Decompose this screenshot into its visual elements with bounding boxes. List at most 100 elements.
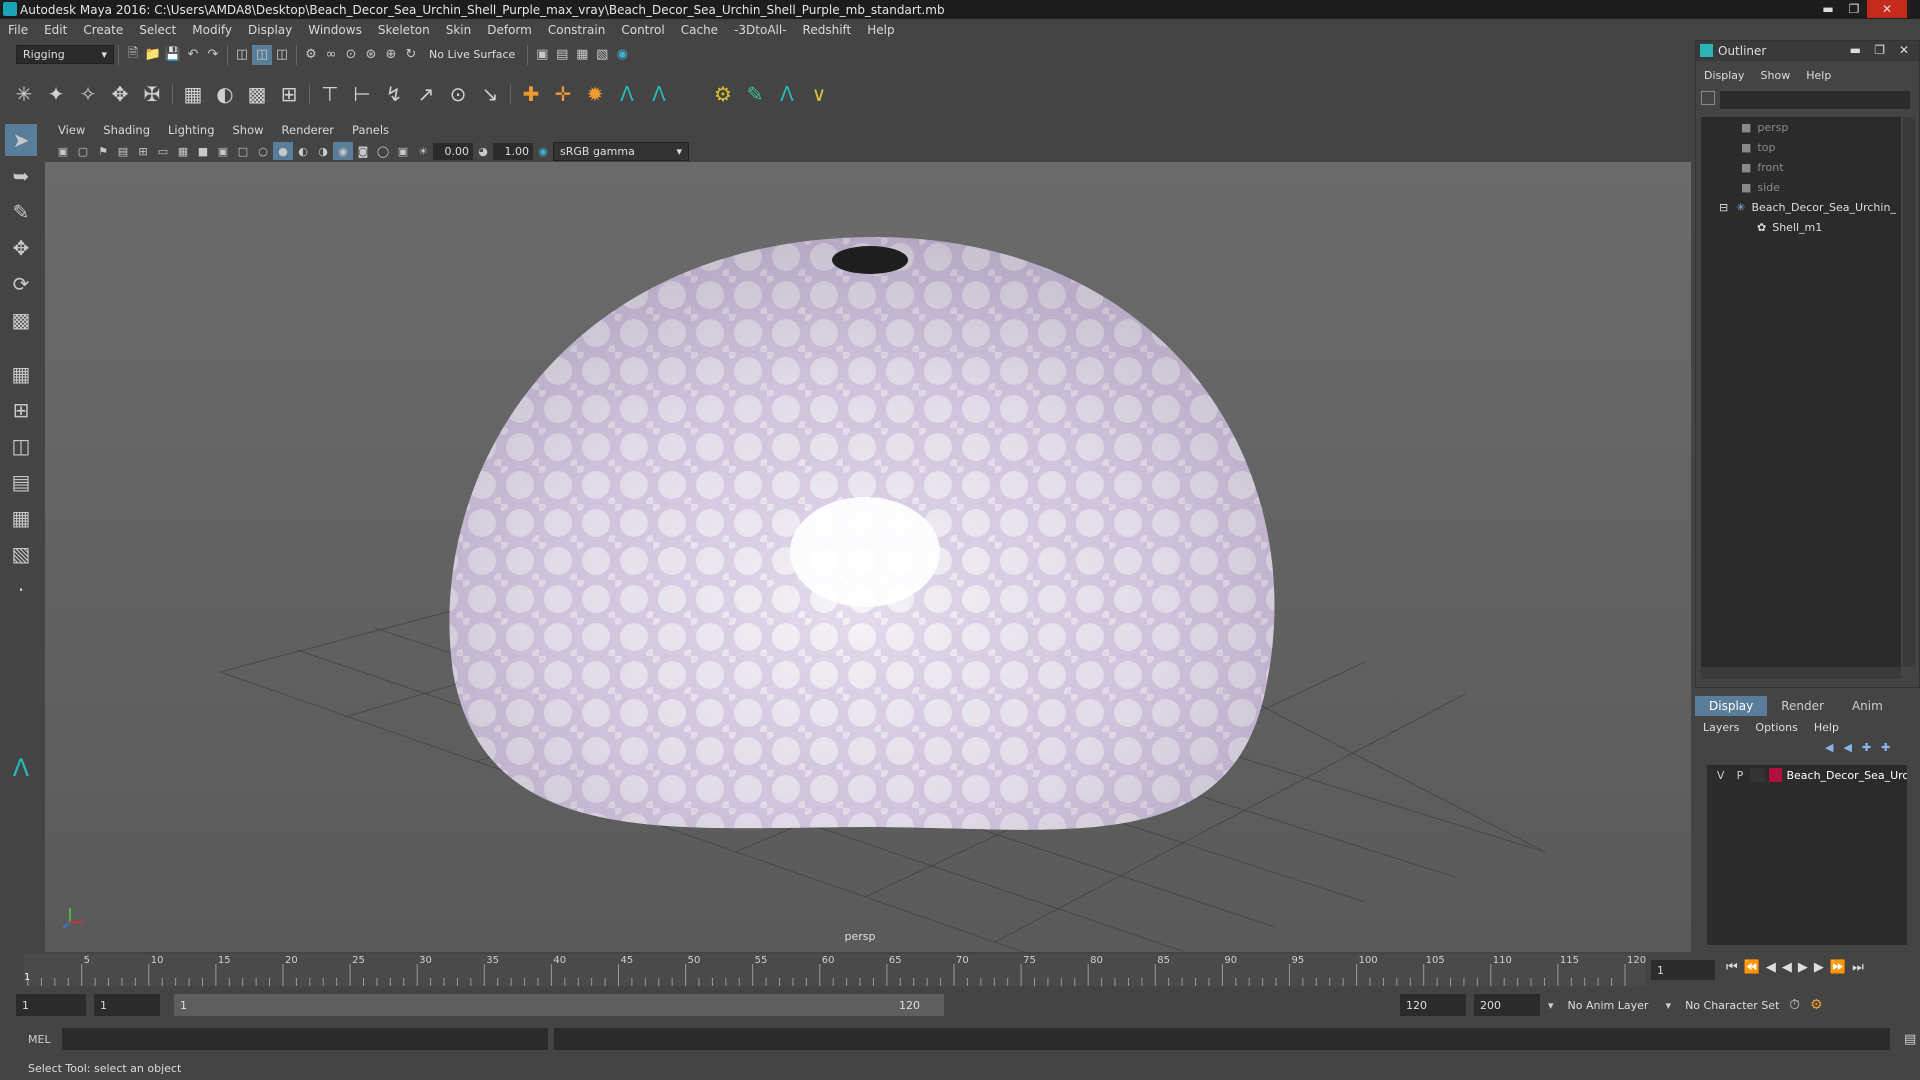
outliner-hscrollbar[interactable] bbox=[1701, 667, 1901, 679]
tab-render[interactable]: Render bbox=[1767, 696, 1838, 716]
menu-cache[interactable]: Cache bbox=[673, 23, 726, 37]
lattice-icon[interactable]: ▩ bbox=[241, 78, 273, 110]
shadows-icon[interactable]: ◙ bbox=[353, 142, 373, 160]
outliner-item-top[interactable]: ■ top bbox=[1701, 137, 1901, 157]
layer-menu-options[interactable]: Options bbox=[1747, 721, 1805, 734]
vp-menu-view[interactable]: View bbox=[49, 123, 94, 137]
smooth-shade-icon[interactable]: ● bbox=[273, 142, 293, 160]
ik-handle-icon[interactable]: ✦ bbox=[40, 78, 72, 110]
exposure-icon[interactable]: ☀ bbox=[413, 142, 433, 160]
outliner-pane-icon[interactable]: ▤ bbox=[5, 466, 37, 498]
start-time-field[interactable]: 1 bbox=[16, 994, 86, 1016]
paint-weights-icon[interactable]: ◐ bbox=[209, 78, 241, 110]
menu-modify[interactable]: Modify bbox=[184, 23, 240, 37]
hypershade-icon[interactable]: ◉ bbox=[612, 45, 632, 65]
bookmark-icon[interactable]: ⚑ bbox=[93, 142, 113, 160]
wireframe-icon[interactable]: ○ bbox=[253, 142, 273, 160]
textured-icon[interactable]: ◑ bbox=[313, 142, 333, 160]
new-layer-selected-icon[interactable]: ✚ bbox=[1881, 741, 1890, 754]
wire-deformer-icon[interactable]: ✎ bbox=[739, 78, 771, 110]
layer-color-swatch[interactable] bbox=[1768, 768, 1783, 782]
outliner-search-input[interactable] bbox=[1720, 91, 1910, 109]
default-lighting-icon[interactable]: ◐ bbox=[293, 142, 313, 160]
time-slider[interactable]: 5 10 15 20 25 30 35 40 45 50 55 60 65 70 75 80 85 90 95 100… bbox=[0, 952, 1920, 990]
layer-row[interactable]: V P Beach_Decor_Sea_Urcl bbox=[1707, 765, 1907, 785]
scene-canvas[interactable]: persp bbox=[45, 162, 1691, 952]
grid-icon[interactable]: ⊞ bbox=[133, 142, 153, 160]
gate-mask-icon[interactable]: ■ bbox=[193, 142, 213, 160]
layer-menu-help[interactable]: Help bbox=[1806, 721, 1847, 734]
play-forward-icon[interactable]: ▶ bbox=[1798, 960, 1808, 975]
snap-surface-icon[interactable]: ⊕ bbox=[381, 45, 401, 65]
viewport-persp[interactable]: persp bbox=[45, 162, 1691, 952]
menu-windows[interactable]: Windows bbox=[300, 23, 370, 37]
animation-prefs-icon[interactable]: ⚙ bbox=[1810, 997, 1823, 1013]
blank-icon[interactable] bbox=[675, 78, 707, 110]
lasso-tool-icon[interactable]: ➥ bbox=[5, 160, 37, 192]
image-plane-icon[interactable]: ▤ bbox=[113, 142, 133, 160]
outliner-item-persp[interactable]: ■ persp bbox=[1701, 117, 1901, 137]
menu-skin[interactable]: Skin bbox=[438, 23, 480, 37]
camera-attr-icon[interactable]: ▢ bbox=[73, 142, 93, 160]
mode-dropdown[interactable]: Rigging ▾ bbox=[16, 45, 114, 64]
parent-constraint-icon[interactable]: ⊙ bbox=[442, 78, 474, 110]
move-tool-icon[interactable]: ✥ bbox=[5, 232, 37, 264]
collapse-icon[interactable]: ⊟ bbox=[1719, 201, 1728, 214]
vp-menu-renderer[interactable]: Renderer bbox=[273, 123, 344, 137]
filter-icon[interactable] bbox=[1701, 91, 1715, 105]
vp-menu-panels[interactable]: Panels bbox=[343, 123, 398, 137]
ipr-render-icon[interactable]: ▦ bbox=[572, 45, 592, 65]
color-space-dropdown[interactable]: sRGB gamma ▾ bbox=[553, 141, 689, 161]
ik-spline-icon[interactable]: ✧ bbox=[72, 78, 104, 110]
current-frame-field[interactable]: 1 bbox=[1651, 960, 1715, 980]
minimize-icon[interactable]: ▬ bbox=[1850, 43, 1861, 57]
snap-live-icon[interactable]: ↻ bbox=[401, 45, 421, 65]
open-scene-icon[interactable]: 📁 bbox=[143, 45, 163, 65]
step-back-icon[interactable]: ⏪ bbox=[1744, 960, 1760, 975]
locator-icon[interactable]: ✚ bbox=[515, 78, 547, 110]
two-pane-icon[interactable]: ◫ bbox=[5, 430, 37, 462]
step-forward-icon[interactable]: ⏩ bbox=[1830, 960, 1846, 975]
playback-end-field[interactable]: 120 bbox=[1400, 994, 1466, 1016]
menu-help[interactable]: Help bbox=[859, 23, 902, 37]
graph-pane-icon[interactable]: ▦ bbox=[5, 502, 37, 534]
select-hierarchy-icon[interactable]: ◫ bbox=[232, 45, 252, 65]
outliner-item-group[interactable]: ⊟ ✳ Beach_Decor_Sea_Urchin_ bbox=[1701, 197, 1901, 217]
gamma-icon[interactable]: ◕ bbox=[473, 142, 493, 160]
outliner-item-mesh[interactable]: ✿ Shell_m1 bbox=[1701, 217, 1901, 237]
chevron-down-icon[interactable]: ▾ bbox=[1666, 999, 1672, 1012]
orient-constraint-icon[interactable]: ↯ bbox=[378, 78, 410, 110]
camera-icon[interactable]: ▣ bbox=[53, 142, 73, 160]
insert-joint-icon[interactable]: ✥ bbox=[104, 78, 136, 110]
play-backward-icon[interactable]: ◀ bbox=[1782, 960, 1792, 975]
menu-constrain[interactable]: Constrain bbox=[540, 23, 614, 37]
restore-icon[interactable]: ❐ bbox=[1874, 43, 1885, 57]
outliner-item-side[interactable]: ■ side bbox=[1701, 177, 1901, 197]
time-ruler[interactable]: 5 10 15 20 25 30 35 40 45 50 55 60 65 70 75 80 85 90 95 100… bbox=[24, 954, 1646, 986]
save-scene-icon[interactable]: 💾 bbox=[163, 45, 183, 65]
script-language-label[interactable]: MEL bbox=[28, 1033, 60, 1046]
menu-deform[interactable]: Deform bbox=[479, 23, 540, 37]
step-back-key-icon[interactable]: ◀ bbox=[1766, 960, 1776, 975]
new-layer-icon[interactable]: ✚ bbox=[1862, 741, 1871, 754]
snap-view-icon[interactable]: ⊛ bbox=[361, 45, 381, 65]
menu-edit[interactable]: Edit bbox=[36, 23, 75, 37]
menu-display[interactable]: Display bbox=[240, 23, 300, 37]
point-constraint-icon[interactable]: ⊤ bbox=[314, 78, 346, 110]
outliner-menu-help[interactable]: Help bbox=[1798, 69, 1839, 82]
v-tool-icon[interactable]: ∨ bbox=[803, 78, 835, 110]
menu-select[interactable]: Select bbox=[131, 23, 184, 37]
rotate-tool-icon[interactable]: ⟳ bbox=[5, 268, 37, 300]
gamma-field[interactable]: 1.00 bbox=[493, 142, 533, 160]
auto-key-icon[interactable]: ⏱ bbox=[1789, 997, 1800, 1013]
film-gate-icon[interactable]: ▭ bbox=[153, 142, 173, 160]
vp-menu-lighting[interactable]: Lighting bbox=[159, 123, 223, 137]
tab-anim[interactable]: Anim bbox=[1838, 696, 1897, 716]
go-to-start-icon[interactable]: ⏮ bbox=[1726, 960, 1738, 975]
menu-3dtoall[interactable]: -3DtoAll- bbox=[726, 23, 794, 37]
step-forward-key-icon[interactable]: ▶ bbox=[1814, 960, 1824, 975]
outliner-vscrollbar[interactable] bbox=[1903, 117, 1915, 667]
ao-icon[interactable]: ◯ bbox=[373, 142, 393, 160]
chevron-down-icon[interactable]: ▾ bbox=[1548, 999, 1554, 1012]
maya-tool3-icon[interactable]: Λ bbox=[771, 78, 803, 110]
